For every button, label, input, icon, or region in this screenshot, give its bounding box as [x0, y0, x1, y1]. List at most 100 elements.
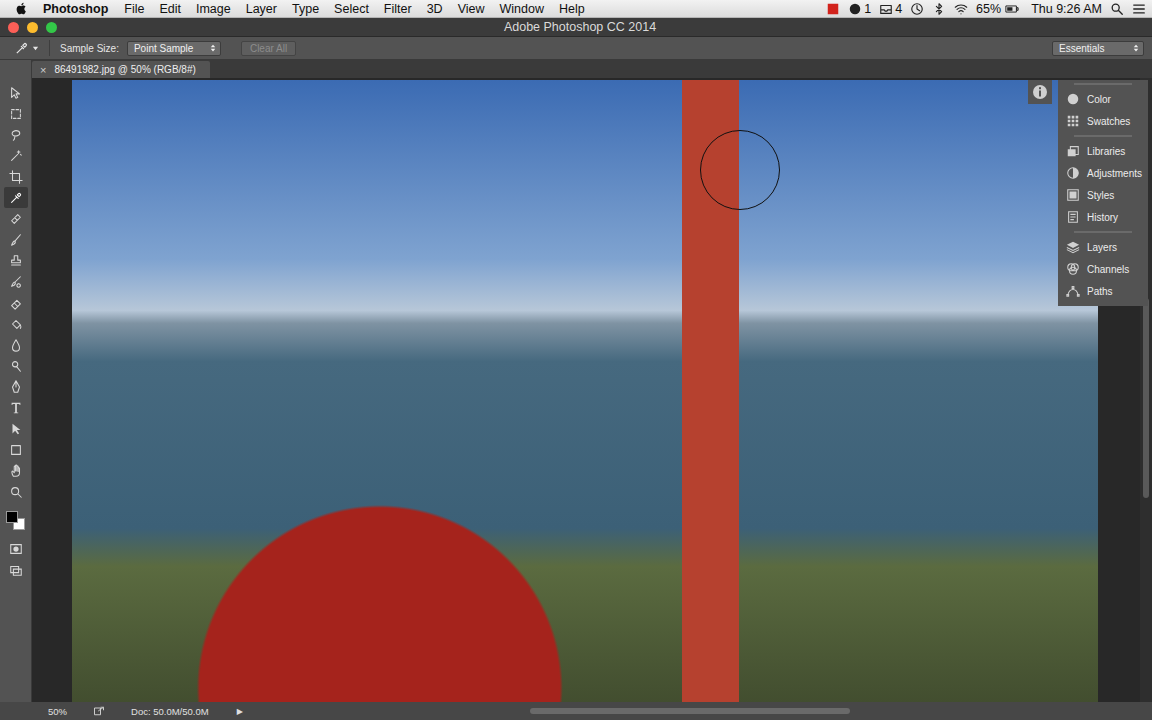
- foreground-color[interactable]: [6, 511, 18, 523]
- tool-button[interactable]: [4, 439, 28, 460]
- status-item[interactable]: 1: [848, 2, 871, 16]
- scroll-thumb[interactable]: [1143, 298, 1149, 498]
- tool-button[interactable]: [4, 271, 28, 292]
- tool-button[interactable]: [4, 376, 28, 397]
- app-menu[interactable]: Photoshop: [43, 2, 108, 16]
- menu-item[interactable]: Image: [196, 2, 231, 16]
- panel-button[interactable]: Channels: [1058, 258, 1148, 280]
- paths-icon: [1066, 284, 1080, 298]
- tool-button[interactable]: [4, 145, 28, 166]
- tools-panel: [0, 60, 32, 702]
- share-icon[interactable]: [93, 705, 105, 717]
- history-icon: [1066, 210, 1080, 224]
- tool-button[interactable]: [4, 313, 28, 334]
- hand-icon: [9, 464, 23, 478]
- clear-all-button[interactable]: Clear All: [241, 41, 296, 56]
- panel-button[interactable]: Libraries: [1058, 140, 1148, 162]
- bluetooth-icon[interactable]: [932, 2, 946, 16]
- tool-button[interactable]: [4, 82, 28, 103]
- menu-item[interactable]: Window: [500, 2, 544, 16]
- status-item[interactable]: [826, 2, 840, 16]
- panel-button[interactable]: Swatches: [1058, 110, 1148, 132]
- tool-button[interactable]: [4, 355, 28, 376]
- status-item[interactable]: 4: [879, 2, 902, 16]
- search-icon[interactable]: [1110, 2, 1124, 16]
- close-button[interactable]: [8, 22, 19, 33]
- tool-preset-picker[interactable]: [14, 41, 39, 56]
- red-app-icon[interactable]: [826, 2, 840, 16]
- panel-button[interactable]: Color: [1058, 88, 1148, 110]
- battery-percent: 65%: [976, 2, 1001, 16]
- photo[interactable]: [72, 80, 1098, 702]
- panel-button[interactable]: Styles: [1058, 184, 1148, 206]
- document-tab[interactable]: ×86491982.jpg @ 50% (RGB/8#): [32, 61, 210, 78]
- scroll-thumb[interactable]: [530, 708, 850, 714]
- menu-item[interactable]: Edit: [159, 2, 181, 16]
- tool-button[interactable]: [4, 229, 28, 250]
- battery-status[interactable]: 65%: [976, 2, 1021, 16]
- brush-icon: [9, 233, 23, 247]
- wifi-icon[interactable]: [954, 2, 968, 16]
- zoom-button[interactable]: [46, 22, 57, 33]
- color-swatches[interactable]: [5, 510, 27, 532]
- info-panel-button[interactable]: [1028, 80, 1052, 104]
- stamp-icon: [9, 254, 23, 268]
- status-item[interactable]: [910, 2, 924, 16]
- cc-icon[interactable]: [848, 2, 862, 16]
- caret-icon: [32, 45, 39, 52]
- tool-button[interactable]: [4, 208, 28, 229]
- clock[interactable]: Thu 9:26 AM: [1031, 2, 1102, 16]
- minimize-button[interactable]: [27, 22, 38, 33]
- horizontal-scrollbar[interactable]: [520, 707, 1120, 715]
- workspace-select[interactable]: Essentials: [1052, 41, 1144, 56]
- workspace: ×86491982.jpg @ 50% (RGB/8#) ColorSwatche…: [0, 60, 1152, 702]
- menu-item[interactable]: File: [124, 2, 144, 16]
- status-item[interactable]: [1132, 2, 1146, 16]
- status-item[interactable]: [932, 2, 946, 16]
- tool-button[interactable]: [4, 481, 28, 502]
- tool-button[interactable]: [4, 124, 28, 145]
- blur-icon: [9, 338, 23, 352]
- menu-item[interactable]: Layer: [246, 2, 277, 16]
- tool-button[interactable]: [4, 187, 28, 208]
- tool-button[interactable]: [4, 166, 28, 187]
- menu-item[interactable]: View: [458, 2, 485, 16]
- panel-button[interactable]: Paths: [1058, 280, 1148, 302]
- menu-item[interactable]: 3D: [427, 2, 443, 16]
- menu-item[interactable]: Help: [559, 2, 585, 16]
- canvas[interactable]: [32, 78, 1140, 702]
- menu-item[interactable]: Filter: [384, 2, 412, 16]
- tool-button[interactable]: [4, 460, 28, 481]
- screen-mode-button[interactable]: [4, 559, 28, 580]
- tool-button[interactable]: [4, 292, 28, 313]
- status-item[interactable]: [1110, 2, 1124, 16]
- sample-size-label: Sample Size:: [60, 43, 119, 54]
- panel-button[interactable]: History: [1058, 206, 1148, 228]
- tool-button[interactable]: [4, 397, 28, 418]
- styles-icon: [1066, 188, 1080, 202]
- tool-button[interactable]: [4, 103, 28, 124]
- battery-icon[interactable]: [1003, 2, 1021, 16]
- tray-icon[interactable]: [879, 2, 893, 16]
- apple-logo-icon[interactable]: [14, 1, 29, 16]
- quick-mask-button[interactable]: [4, 538, 28, 559]
- tool-button[interactable]: [4, 418, 28, 439]
- status-menu-button[interactable]: ▶: [237, 707, 243, 716]
- zoom-level[interactable]: 50%: [48, 706, 67, 717]
- menu-item[interactable]: Select: [334, 2, 369, 16]
- tab-close-button[interactable]: ×: [40, 64, 46, 76]
- document-area: ×86491982.jpg @ 50% (RGB/8#) ColorSwatche…: [32, 60, 1152, 702]
- status-item[interactable]: [954, 2, 968, 16]
- menu-item[interactable]: Type: [292, 2, 319, 16]
- tool-button[interactable]: [4, 334, 28, 355]
- panel-group: LayersChannelsPaths: [1058, 228, 1148, 302]
- panel-button[interactable]: Layers: [1058, 236, 1148, 258]
- zoom-icon: [9, 485, 23, 499]
- menu-bar: Photoshop File Edit Image Layer Type Select Fil…: [0, 0, 1152, 18]
- sample-size-select[interactable]: Point Sample: [127, 41, 221, 56]
- history-brush-icon: [9, 275, 23, 289]
- tool-button[interactable]: [4, 250, 28, 271]
- time-machine-icon[interactable]: [910, 2, 924, 16]
- list-icon[interactable]: [1132, 2, 1146, 16]
- panel-button[interactable]: Adjustments: [1058, 162, 1148, 184]
